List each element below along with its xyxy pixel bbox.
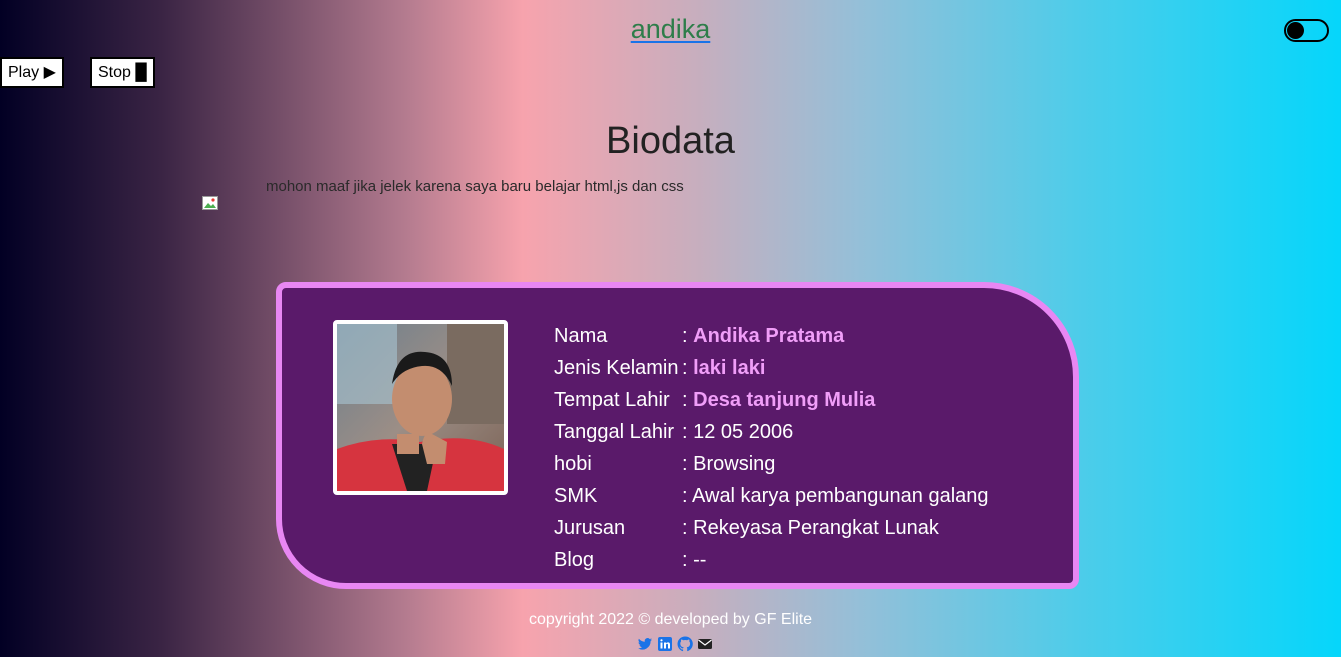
site-title: andika	[0, 14, 1341, 45]
play-button[interactable]: Play ▶	[0, 57, 64, 88]
field-value: Desa tanjung Mulia	[693, 389, 876, 411]
field-value: Rekeyasa Perangkat Lunak	[693, 517, 939, 539]
field-separator: :	[682, 357, 694, 379]
biodata-row-nama: Nama: Andika Pratama	[554, 322, 989, 354]
field-separator: :	[682, 517, 694, 539]
page-title: Biodata	[606, 120, 735, 162]
field-separator: :	[682, 453, 694, 475]
field-value: --	[693, 549, 707, 571]
biodata-row-jurusan: Jurusan: Rekeyasa Perangkat Lunak	[554, 514, 989, 546]
field-separator: :	[682, 325, 694, 347]
field-label: Tanggal Lahir	[554, 421, 675, 443]
footer-copyright: copyright 2022 © developed by GF Elite	[528, 611, 813, 628]
envelope-icon[interactable]	[697, 636, 713, 652]
biodata-row-hobi: hobi: Browsing	[554, 450, 989, 482]
field-value: laki laki	[693, 357, 766, 379]
social-links	[637, 636, 713, 652]
site-title-link[interactable]: andika	[631, 14, 711, 44]
biodata-row-blog: Blog: --	[554, 546, 989, 578]
biodata-list: Nama: Andika Pratama Jenis Kelamin: laki…	[554, 322, 989, 578]
linkedin-icon[interactable]	[657, 636, 673, 652]
field-value: Browsing	[693, 453, 776, 475]
field-value: 12 05 2006	[693, 421, 794, 443]
field-label: Jurusan	[554, 517, 626, 539]
field-label: Tempat Lahir	[554, 389, 670, 411]
field-separator: :	[682, 421, 694, 443]
field-label: hobi	[554, 453, 592, 475]
field-label: Blog	[554, 549, 595, 571]
biodata-row-tempat-lahir: Tempat Lahir: Desa tanjung Mulia	[554, 386, 989, 418]
field-separator: :	[682, 389, 694, 411]
theme-toggle[interactable]	[1284, 19, 1329, 42]
field-separator: :	[682, 549, 694, 571]
stop-button[interactable]: Stop █	[90, 57, 155, 88]
field-value: Awal karya pembangunan galang	[692, 485, 989, 507]
field-label: Nama	[554, 325, 608, 347]
biodata-row-jenis-kelamin: Jenis Kelamin: laki laki	[554, 354, 989, 386]
biodata-row-smk: SMK: Awal karya pembangunan galang	[554, 482, 989, 514]
apology-note: mohon maaf jika jelek karena saya baru b…	[266, 178, 684, 195]
field-separator: :	[682, 485, 693, 507]
profile-photo	[333, 320, 508, 495]
biodata-row-tanggal-lahir: Tanggal Lahir: 12 05 2006	[554, 418, 989, 450]
github-icon[interactable]	[677, 636, 693, 652]
profile-photo-image	[337, 324, 504, 491]
toggle-knob	[1287, 22, 1304, 39]
field-value: Andika Pratama	[693, 325, 845, 347]
broken-image-icon	[202, 196, 218, 210]
field-label: SMK	[554, 485, 598, 507]
twitter-icon[interactable]	[637, 636, 653, 652]
field-label: Jenis Kelamin	[554, 357, 679, 379]
